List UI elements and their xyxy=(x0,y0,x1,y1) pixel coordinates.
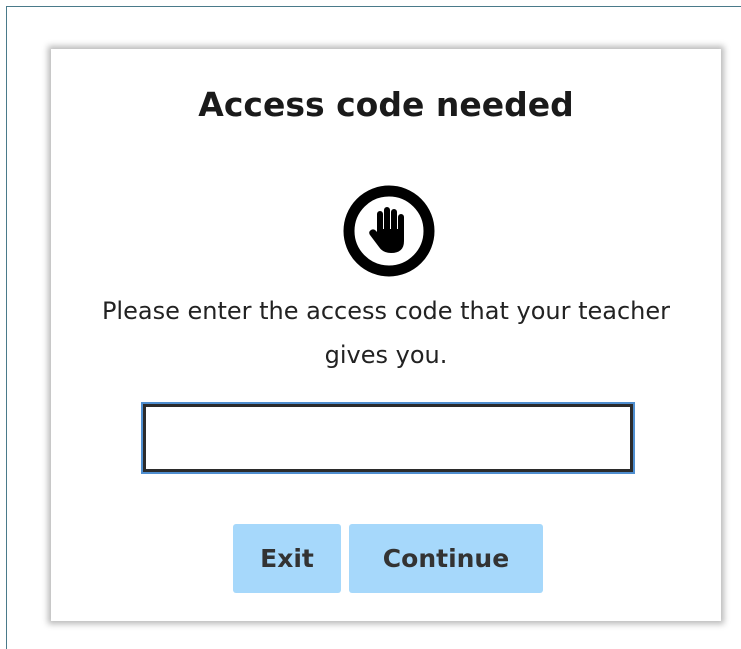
access-code-input[interactable] xyxy=(141,402,635,474)
window-frame: Access code needed Please enter the acce… xyxy=(6,6,741,649)
instruction-text: Please enter the access code that your t… xyxy=(101,297,671,369)
dialog-title: Access code needed xyxy=(198,85,574,124)
stop-hand-icon xyxy=(341,183,437,279)
continue-button[interactable]: Continue xyxy=(349,524,543,593)
access-code-dialog: Access code needed Please enter the acce… xyxy=(51,49,721,621)
exit-button[interactable]: Exit xyxy=(233,524,341,593)
